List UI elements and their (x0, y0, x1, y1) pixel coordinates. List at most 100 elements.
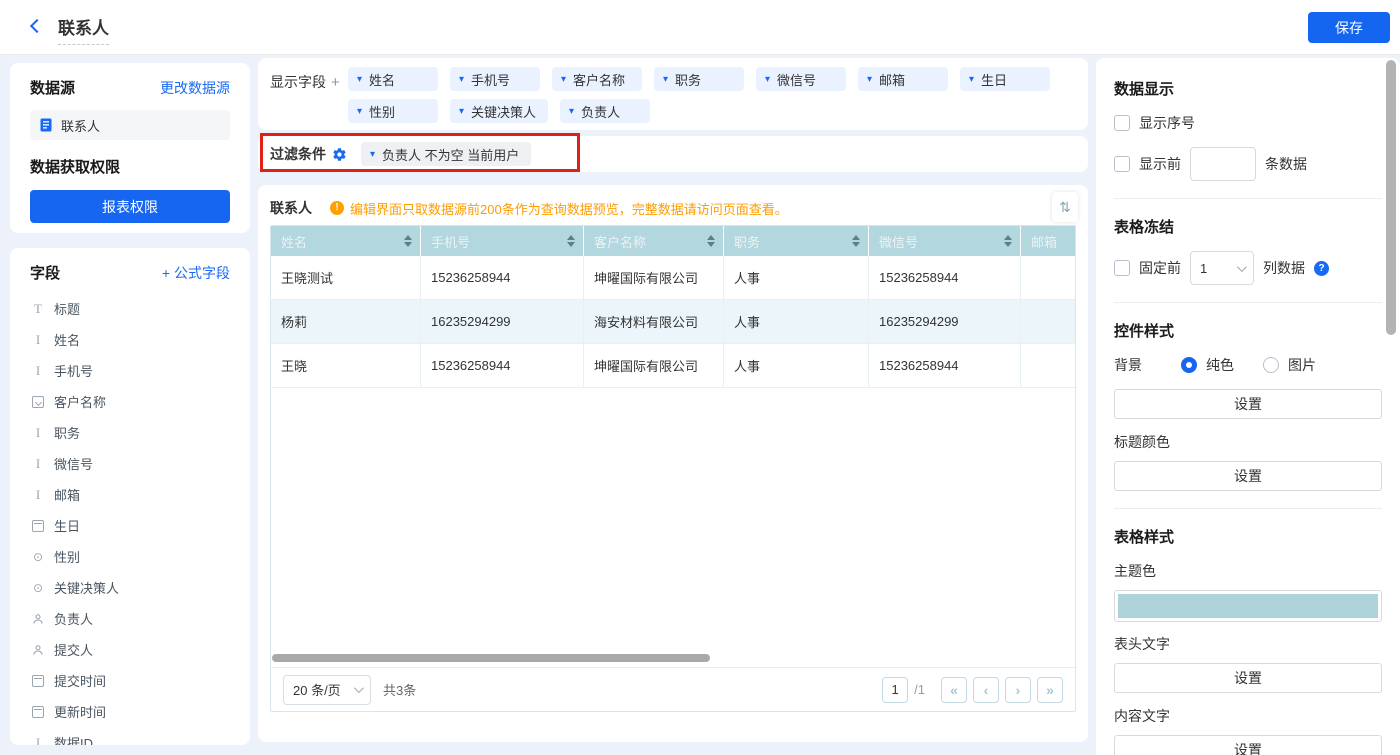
table-freeze-title: 表格冻结 (1114, 216, 1382, 237)
field-item-submitter[interactable]: 提交人 (30, 634, 230, 665)
table-header-row: 姓名 手机号 客户名称 职务 微信号 邮箱 (271, 226, 1075, 256)
current-page-input[interactable]: 1 (882, 677, 908, 703)
solid-color-label: 纯色 (1206, 355, 1234, 375)
field-item-email[interactable]: I邮箱 (30, 479, 230, 510)
widget-style-title: 控件样式 (1114, 320, 1382, 341)
background-set-button[interactable]: 设置 (1114, 389, 1382, 419)
pagination-bar: 20 条/页 共3条 1 /1 « ‹ › » (271, 667, 1075, 711)
field-chip-key-decision-maker[interactable]: ▾关键决策人 (450, 99, 548, 123)
select-field-icon (32, 396, 44, 408)
fix-columns-checkbox[interactable] (1114, 260, 1130, 276)
datasource-name: 联系人 (61, 116, 100, 135)
field-chip-phone[interactable]: ▾手机号 (450, 67, 540, 91)
header-text-set-button[interactable]: 设置 (1114, 663, 1382, 693)
prev-page-button[interactable]: ‹ (973, 677, 999, 703)
next-page-button[interactable]: › (1005, 677, 1031, 703)
pager: 1 /1 « ‹ › » (882, 677, 1063, 703)
fix-columns-select[interactable]: 1 (1190, 251, 1254, 285)
page-size-select[interactable]: 20 条/页 (283, 675, 371, 705)
field-chip-gender[interactable]: ▾性别 (348, 99, 438, 123)
radio-field-icon: ⊙ (32, 551, 44, 563)
sort-order-icon[interactable]: ⇅ (1052, 192, 1078, 222)
show-index-checkbox[interactable] (1114, 115, 1130, 131)
preview-title: 联系人 (270, 198, 312, 218)
field-chip-name[interactable]: ▾姓名 (348, 67, 438, 91)
person-icon (32, 644, 44, 656)
text-field-icon: I (32, 427, 44, 439)
report-permission-button[interactable]: 报表权限 (30, 190, 230, 223)
field-chip-email[interactable]: ▾邮箱 (858, 67, 948, 91)
add-display-field-button[interactable]: + (331, 74, 340, 91)
chevron-down-icon: ▾ (765, 74, 770, 85)
sort-icon[interactable] (707, 235, 715, 247)
preview-panel: 联系人 ! 编辑界面只取数据源前200条作为查询数据预览，完整数据请访问页面查看… (258, 185, 1088, 742)
field-item-key-decision-maker[interactable]: ⊙关键决策人 (30, 572, 230, 603)
field-item-position[interactable]: I职务 (30, 417, 230, 448)
field-item-submit-time[interactable]: 提交时间 (30, 665, 230, 696)
first-page-button[interactable]: « (941, 677, 967, 703)
filter-label: 过滤条件 (270, 144, 326, 164)
sort-icon[interactable] (404, 235, 412, 247)
theme-color-picker[interactable] (1114, 590, 1382, 622)
vertical-scrollbar[interactable] (1386, 60, 1396, 335)
title-color-set-button[interactable]: 设置 (1114, 461, 1382, 491)
page-total-text: /1 (914, 682, 925, 697)
field-chip-owner[interactable]: ▾负责人 (560, 99, 650, 123)
gear-icon[interactable] (332, 147, 347, 162)
chevron-down-icon: ▾ (357, 106, 362, 117)
data-permission-title: 数据获取权限 (30, 156, 230, 177)
field-chip-position[interactable]: ▾职务 (654, 67, 744, 91)
show-first-count-input[interactable] (1190, 147, 1256, 181)
field-chip-customer-name[interactable]: ▾客户名称 (552, 67, 642, 91)
field-item-title[interactable]: T标题 (30, 293, 230, 324)
sort-icon[interactable] (852, 235, 860, 247)
theme-color-swatch-fill (1118, 594, 1378, 618)
field-item-customer-name[interactable]: 客户名称 (30, 386, 230, 417)
warning-icon: ! (330, 201, 344, 215)
help-icon[interactable]: ? (1314, 261, 1329, 276)
chevron-down-icon: ▾ (561, 74, 566, 85)
change-datasource-link[interactable]: 更改数据源 (160, 78, 230, 98)
add-formula-field-link[interactable]: + 公式字段 (162, 263, 230, 283)
field-item-update-time[interactable]: 更新时间 (30, 696, 230, 727)
page-body: 数据源 更改数据源 联系人 数据获取权限 报表权限 字段 + 公式字段 T标题 … (0, 55, 1400, 755)
field-item-owner[interactable]: 负责人 (30, 603, 230, 634)
back-icon[interactable] (28, 18, 46, 36)
last-page-button[interactable]: » (1037, 677, 1063, 703)
field-item-wechat[interactable]: I微信号 (30, 448, 230, 479)
datasource-item[interactable]: 联系人 (30, 110, 230, 140)
text-field-icon: I (32, 489, 44, 501)
show-index-label: 显示序号 (1139, 113, 1195, 133)
field-item-phone[interactable]: I手机号 (30, 355, 230, 386)
table-row: 王晓测试 15236258944 坤曜国际有限公司 人事 15236258944 (271, 256, 1075, 300)
content-text-set-button[interactable]: 设置 (1114, 735, 1382, 755)
sort-icon[interactable] (567, 235, 575, 247)
chevron-down-icon: ▾ (867, 74, 872, 85)
title-color-label: 标题颜色 (1114, 432, 1382, 452)
filter-condition-chip[interactable]: ▾负责人 不为空 当前用户 (361, 142, 531, 166)
field-item-gender[interactable]: ⊙性别 (30, 541, 230, 572)
field-chip-wechat[interactable]: ▾微信号 (756, 67, 846, 91)
sort-icon[interactable] (1004, 235, 1012, 247)
image-radio[interactable] (1263, 357, 1279, 373)
solid-color-radio[interactable] (1181, 357, 1197, 373)
title-field-icon: T (32, 303, 44, 315)
field-item-data-id[interactable]: I数据ID (30, 727, 230, 745)
fix-suffix-label: 列数据 (1263, 258, 1305, 278)
save-button[interactable]: 保存 (1308, 12, 1390, 43)
field-list: T标题 I姓名 I手机号 客户名称 I职务 I微信号 I邮箱 生日 ⊙性别 ⊙关… (30, 293, 230, 745)
field-chip-birthday[interactable]: ▾生日 (960, 67, 1050, 91)
calendar-field-icon (32, 520, 44, 532)
field-item-birthday[interactable]: 生日 (30, 510, 230, 541)
text-field-icon: I (32, 458, 44, 470)
text-field-icon: I (32, 737, 44, 746)
display-field-chips: ▾姓名 ▾手机号 ▾客户名称 ▾职务 ▾微信号 ▾邮箱 ▾生日 ▾性别 ▾关键决… (348, 67, 1076, 121)
header-text-label: 表头文字 (1114, 634, 1382, 654)
background-label: 背景 (1114, 355, 1172, 375)
field-item-name[interactable]: I姓名 (30, 324, 230, 355)
chevron-down-icon (1237, 262, 1247, 272)
horizontal-scrollbar[interactable] (272, 654, 710, 662)
image-label: 图片 (1288, 355, 1316, 375)
table-row: 杨莉 16235294299 海安材料有限公司 人事 16235294299 (271, 300, 1075, 344)
show-first-checkbox[interactable] (1114, 156, 1130, 172)
